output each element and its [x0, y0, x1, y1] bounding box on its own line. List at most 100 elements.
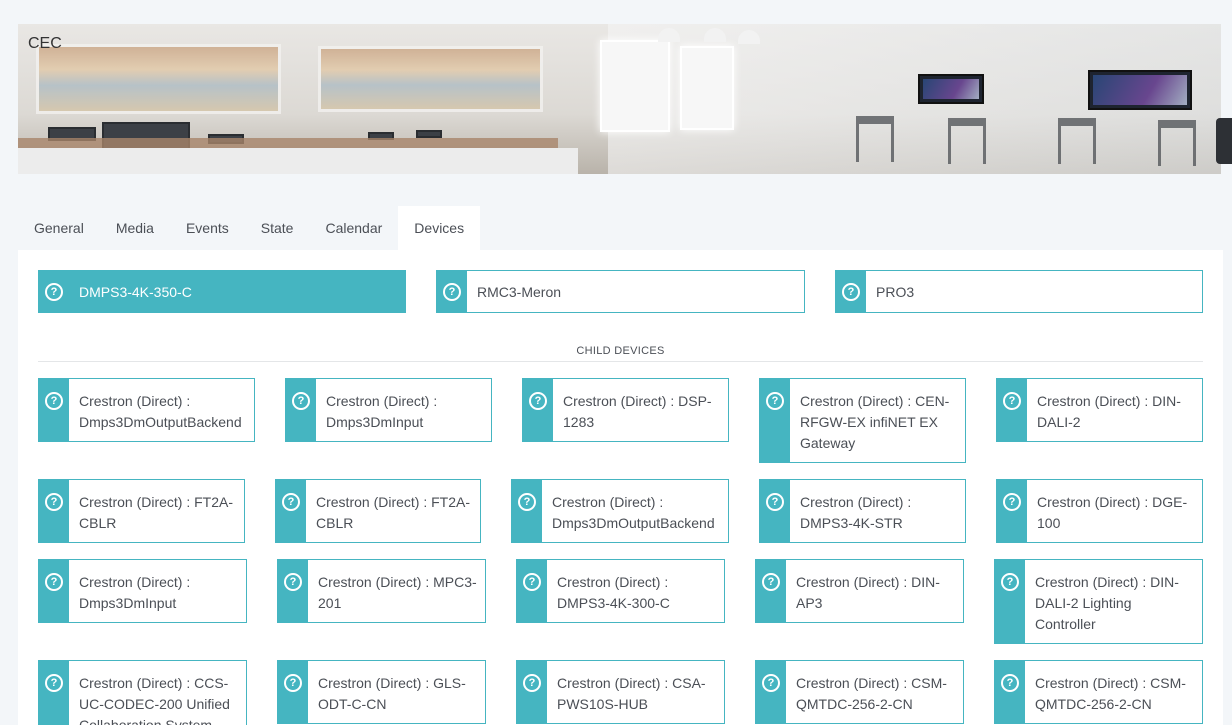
- child-device-label: Crestron (Direct) : Dmps3DmInput: [79, 574, 191, 611]
- child-device-label: Crestron (Direct) : DIN-AP3: [796, 574, 940, 611]
- question-circle-icon: ?: [45, 493, 63, 511]
- tab-state[interactable]: State: [245, 206, 310, 250]
- child-device-card[interactable]: ? Crestron (Direct) : DMPS3-4K-STR: [759, 479, 966, 543]
- device-icon-cell: ?: [995, 661, 1025, 723]
- child-device-card[interactable]: ? Crestron (Direct) : DMPS3-4K-300-C: [516, 559, 725, 623]
- side-panel-handle[interactable]: [1216, 118, 1232, 164]
- device-icon-cell: ?: [286, 379, 316, 441]
- question-circle-icon: ?: [529, 392, 547, 410]
- child-device-label: Crestron (Direct) : DMPS3-4K-300-C: [557, 574, 670, 611]
- child-device-card[interactable]: ? Crestron (Direct) : MPC3-201: [277, 559, 486, 623]
- child-device-label: Crestron (Direct) : Dmps3DmInput: [326, 393, 438, 430]
- banner-photo-window: [318, 46, 543, 112]
- child-device-label: Crestron (Direct) : CEN-RFGW-EX infiNET …: [800, 393, 950, 451]
- tab-media[interactable]: Media: [100, 206, 170, 250]
- child-device-label: Crestron (Direct) : DIN-DALI-2 Lighting …: [1035, 574, 1179, 632]
- device-icon-cell: ?: [39, 271, 69, 312]
- tab-events[interactable]: Events: [170, 206, 245, 250]
- device-icon-cell: ?: [517, 661, 547, 723]
- question-circle-icon: ?: [762, 674, 780, 692]
- question-circle-icon: ?: [766, 392, 784, 410]
- device-card-label: DMPS3-4K-350-C: [79, 284, 192, 300]
- child-device-card[interactable]: ? Crestron (Direct) : CSM-QMTDC-256-2-CN: [755, 660, 964, 724]
- banner-photo-stool: [948, 118, 986, 164]
- device-icon-cell: ?: [756, 560, 786, 622]
- child-device-card[interactable]: ? Crestron (Direct) : Dmps3DmOutputBacke…: [511, 479, 729, 543]
- banner-photo-tv: [1088, 70, 1192, 110]
- child-device-label: Crestron (Direct) : MPC3-201: [318, 574, 477, 611]
- child-device-label: Crestron (Direct) : CSM-QMTDC-256-2-CN: [1035, 675, 1186, 712]
- child-device-card[interactable]: ? Crestron (Direct) : CSA-PWS10S-HUB: [516, 660, 725, 724]
- question-circle-icon: ?: [45, 392, 63, 410]
- child-device-label: Crestron (Direct) : DSP-1283: [563, 393, 712, 430]
- device-icon-cell: ?: [39, 480, 69, 542]
- child-device-label: Crestron (Direct) : CSM-QMTDC-256-2-CN: [796, 675, 947, 712]
- section-divider: [38, 361, 1203, 362]
- child-device-label: Crestron (Direct) : CCS-UC-CODEC-200 Uni…: [79, 675, 230, 725]
- child-device-label: Crestron (Direct) : GLS-ODT-C-CN: [318, 675, 466, 712]
- child-devices-heading: CHILD DEVICES: [576, 345, 665, 357]
- question-circle-icon: ?: [842, 283, 860, 301]
- tab-general[interactable]: General: [18, 206, 100, 250]
- question-circle-icon: ?: [284, 674, 302, 692]
- banner-photo-tv: [918, 74, 984, 104]
- device-icon-cell: ?: [756, 661, 786, 723]
- child-device-card[interactable]: ? Crestron (Direct) : GLS-ODT-C-CN: [277, 660, 486, 724]
- banner-photo-device: [416, 130, 442, 138]
- question-circle-icon: ?: [523, 674, 541, 692]
- child-device-card[interactable]: ? Crestron (Direct) : DIN-DALI-2: [996, 378, 1203, 442]
- device-icon-cell: ?: [836, 271, 866, 312]
- location-title: CEC: [28, 35, 62, 52]
- question-circle-icon: ?: [762, 573, 780, 591]
- question-circle-icon: ?: [45, 674, 63, 692]
- tab-calendar[interactable]: Calendar: [309, 206, 398, 250]
- question-circle-icon: ?: [518, 493, 536, 511]
- tab-bar: General Media Events State Calendar Devi…: [18, 206, 481, 250]
- child-device-card[interactable]: ? Crestron (Direct) : DIN-DALI-2 Lightin…: [994, 559, 1203, 644]
- question-circle-icon: ?: [766, 493, 784, 511]
- child-device-label: Crestron (Direct) : Dmps3DmOutputBackend: [552, 494, 715, 531]
- child-device-card[interactable]: ? Crestron (Direct) : Dmps3DmOutputBacke…: [38, 378, 255, 442]
- device-icon-cell: ?: [523, 379, 553, 441]
- banner-photo-cabinet: [18, 148, 578, 174]
- tab-devices[interactable]: Devices: [398, 206, 481, 250]
- question-circle-icon: ?: [45, 283, 63, 301]
- child-device-card[interactable]: ? Crestron (Direct) : CCS-UC-CODEC-200 U…: [38, 660, 247, 725]
- device-icon-cell: ?: [278, 560, 308, 622]
- devices-panel: ? DMPS3-4K-350-C ? RMC3-Meron ? PRO3 CHI…: [18, 250, 1223, 725]
- child-device-card[interactable]: ? Crestron (Direct) : Dmps3DmInput: [38, 559, 247, 623]
- question-circle-icon: ?: [292, 392, 310, 410]
- device-icon-cell: ?: [995, 560, 1025, 643]
- question-circle-icon: ?: [1003, 493, 1021, 511]
- child-device-card[interactable]: ? Crestron (Direct) : DIN-AP3: [755, 559, 964, 623]
- banner-photo-stool: [1058, 118, 1096, 164]
- device-icon-cell: ?: [39, 379, 69, 441]
- child-device-label: Crestron (Direct) : DIN-DALI-2: [1037, 393, 1181, 430]
- child-device-card[interactable]: ? Crestron (Direct) : CEN-RFGW-EX infiNE…: [759, 378, 966, 463]
- question-circle-icon: ?: [1003, 392, 1021, 410]
- banner-photo-stool: [1158, 120, 1196, 166]
- device-card-rmc3-meron[interactable]: ? RMC3-Meron: [436, 270, 805, 313]
- device-card-dmps3-4k-350-c[interactable]: ? DMPS3-4K-350-C: [38, 270, 406, 313]
- device-icon-cell: ?: [997, 480, 1027, 542]
- location-banner: CEC: [18, 24, 1221, 174]
- child-device-card[interactable]: ? Crestron (Direct) : FT2A-CBLR: [275, 479, 481, 543]
- child-device-card[interactable]: ? Crestron (Direct) : FT2A-CBLR: [38, 479, 245, 543]
- device-card-label: RMC3-Meron: [477, 284, 562, 300]
- banner-photo-display-panel: [600, 40, 670, 132]
- device-card-pro3[interactable]: ? PRO3: [835, 270, 1203, 313]
- child-device-card[interactable]: ? Crestron (Direct) : DGE-100: [996, 479, 1203, 543]
- child-device-card[interactable]: ? Crestron (Direct) : CSM-QMTDC-256-2-CN: [994, 660, 1203, 724]
- device-icon-cell: ?: [278, 661, 308, 723]
- child-device-card[interactable]: ? Crestron (Direct) : DSP-1283: [522, 378, 729, 442]
- device-icon-cell: ?: [276, 480, 306, 542]
- device-icon-cell: ?: [517, 560, 547, 622]
- child-device-label: Crestron (Direct) : FT2A-CBLR: [316, 494, 471, 531]
- device-icon-cell: ?: [39, 661, 69, 725]
- question-circle-icon: ?: [1001, 674, 1019, 692]
- banner-photo-shelf: [18, 138, 558, 148]
- device-icon-cell: ?: [760, 379, 790, 462]
- child-device-card[interactable]: ? Crestron (Direct) : Dmps3DmInput: [285, 378, 492, 442]
- child-device-label: Crestron (Direct) : DMPS3-4K-STR: [800, 494, 912, 531]
- device-icon-cell: ?: [437, 271, 467, 312]
